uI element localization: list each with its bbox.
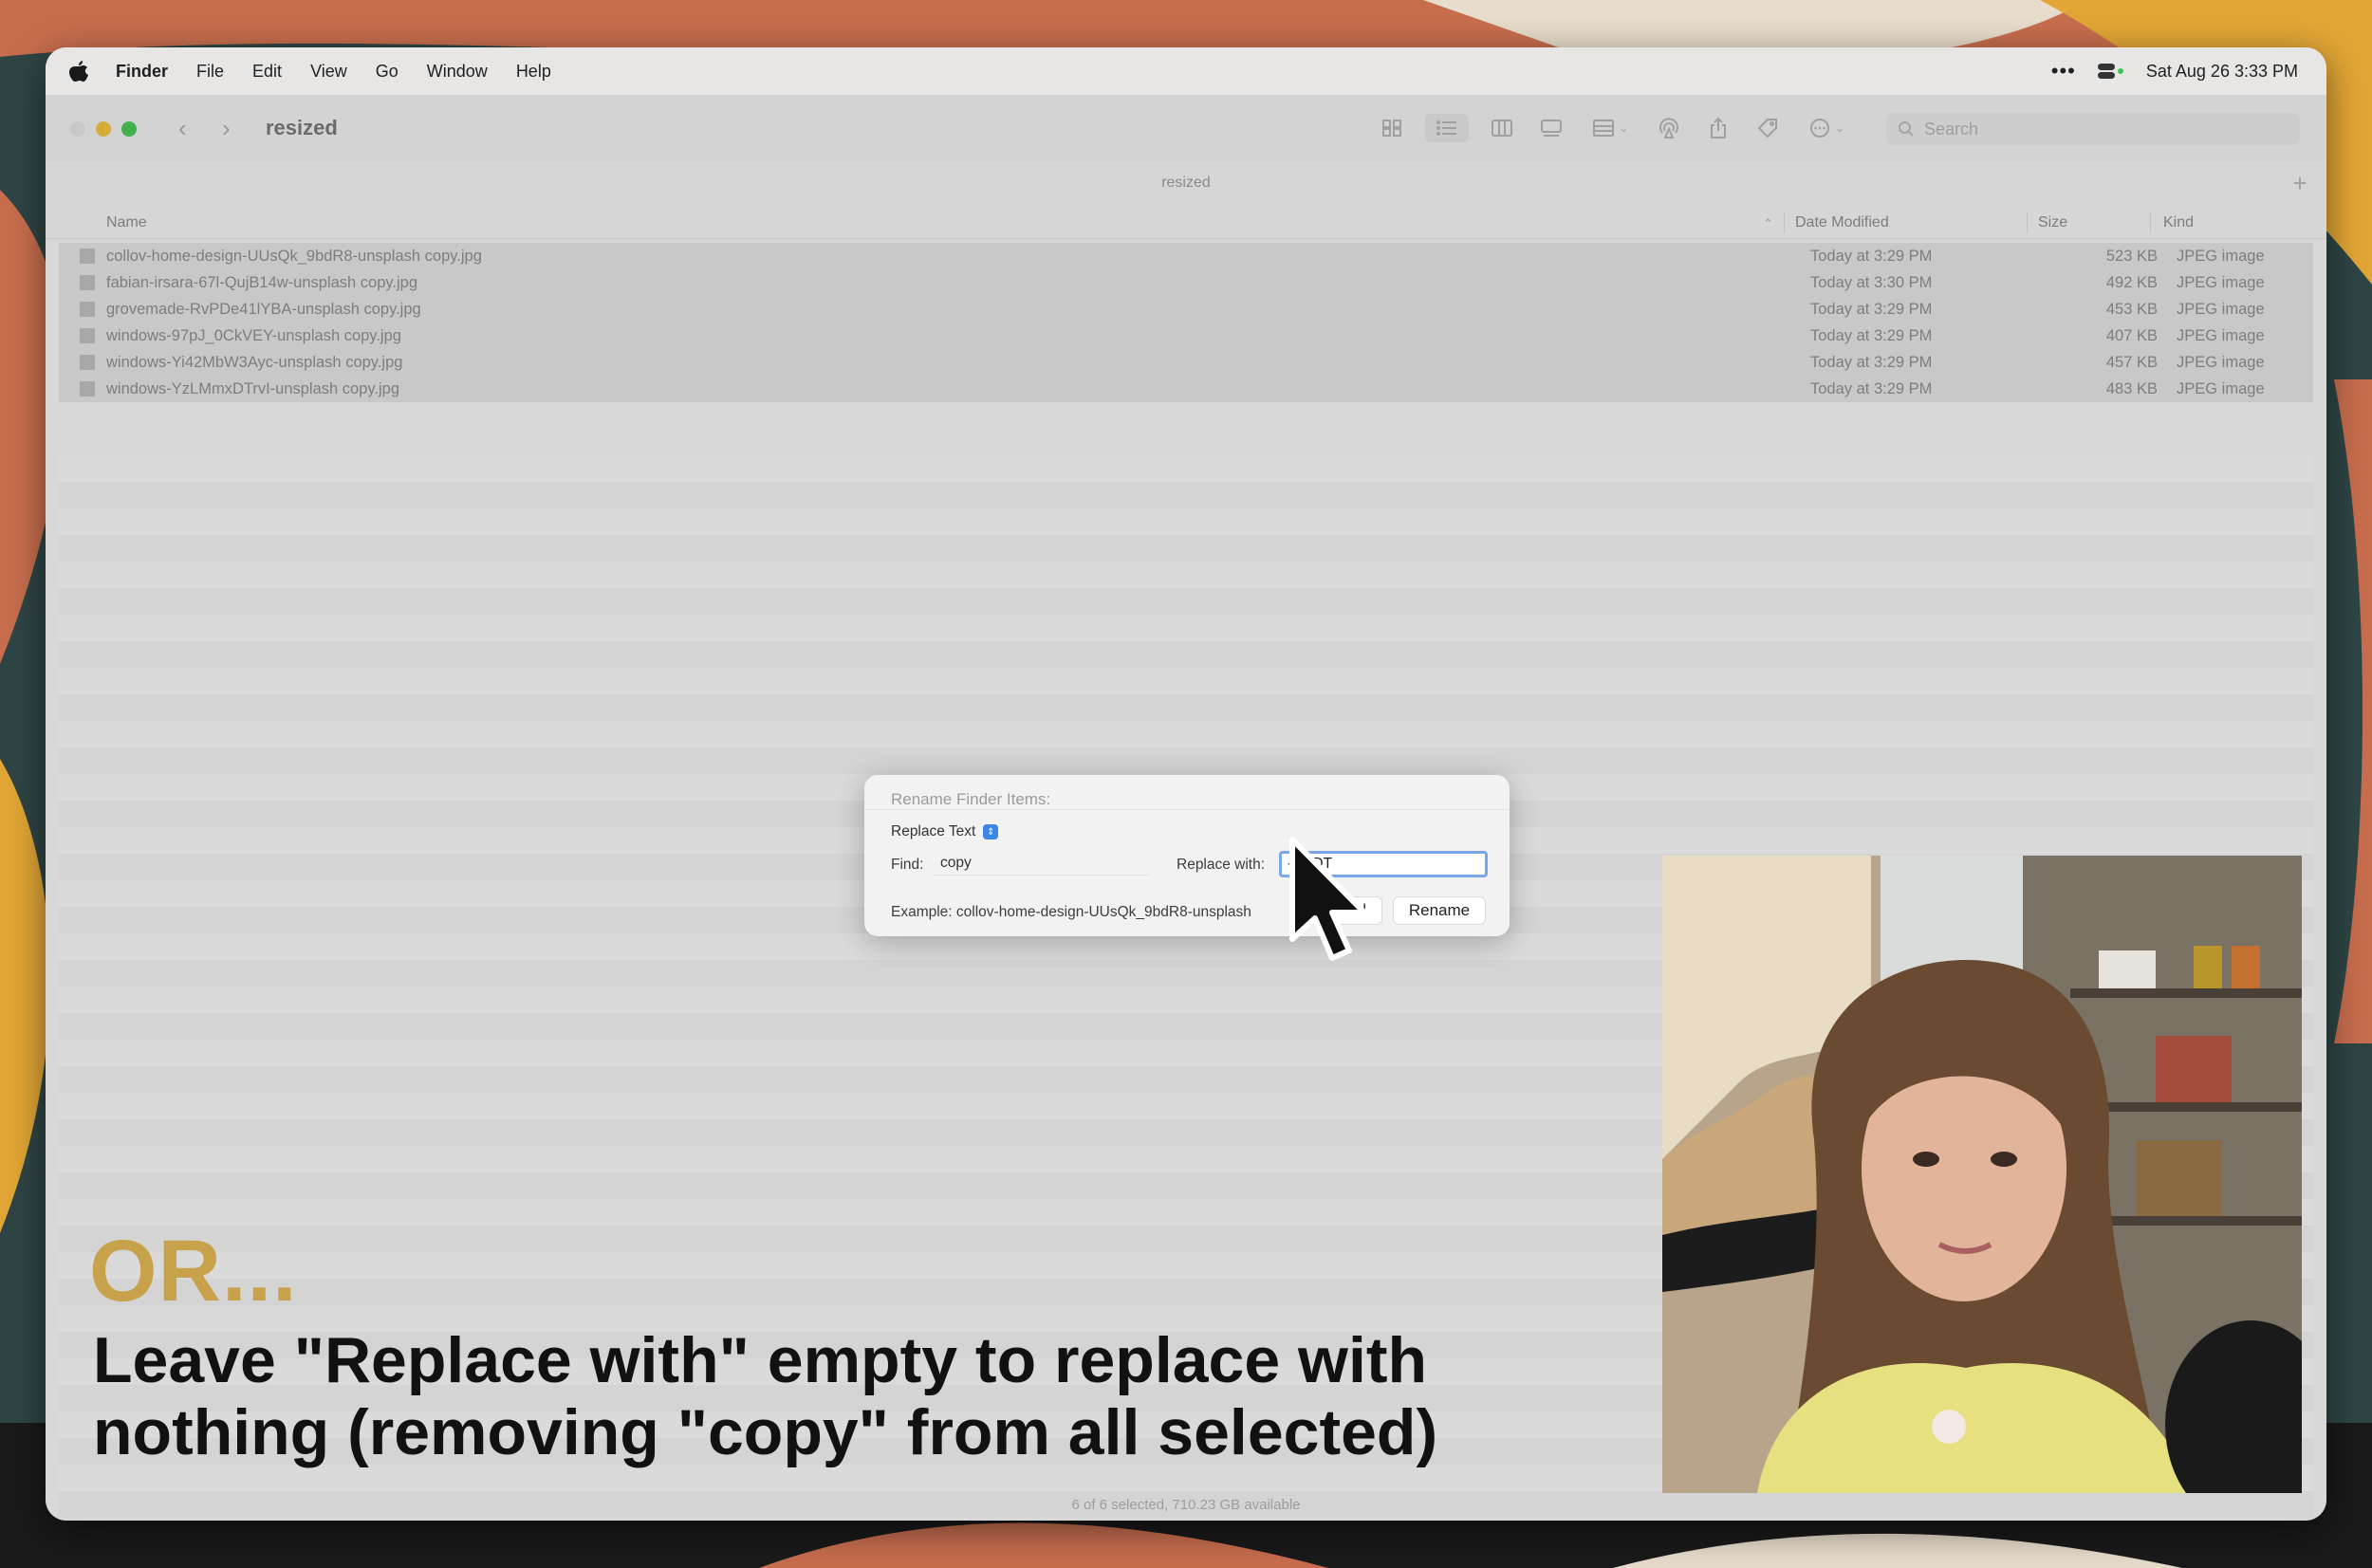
search-placeholder: Search [1924, 119, 1979, 138]
file-kind: JPEG image [2177, 301, 2265, 318]
caption-heading: OR... [89, 1223, 298, 1319]
file-size: 523 KB [2105, 248, 2158, 265]
status-bar: 6 of 6 selected, 710.23 GB available [1071, 1497, 1301, 1513]
path-title: resized [1161, 175, 1211, 191]
jpeg-file-icon [80, 275, 95, 290]
jpeg-file-icon [80, 328, 95, 343]
menu-edit[interactable]: Edit [252, 62, 282, 82]
jpeg-file-icon [80, 249, 95, 264]
more-icon[interactable]: ••• [2051, 59, 2076, 83]
tag-icon[interactable] [1751, 114, 1784, 142]
column-kind[interactable]: Kind [2163, 214, 2194, 231]
file-name: collov-home-design-UUsQk_9bdR8-unsplash … [106, 248, 482, 265]
file-date: Today at 3:29 PM [1810, 301, 1933, 318]
apple-icon[interactable] [68, 59, 89, 83]
rename-mode-value: Replace Text [891, 823, 976, 839]
file-size: 407 KB [2105, 327, 2158, 344]
replace-with-label: Replace with: [1177, 857, 1266, 873]
caption-body: Leave "Replace with" empty to replace wi… [93, 1324, 1630, 1468]
menu-app-finder[interactable]: Finder [116, 62, 168, 82]
close-window-icon[interactable] [70, 121, 85, 137]
file-size: 453 KB [2105, 301, 2158, 318]
file-name: windows-97pJ_0CkVEY-unsplash copy.jpg [106, 327, 401, 344]
column-name[interactable]: Name [106, 214, 147, 231]
rename-mode-select[interactable]: Replace Text ⇕ [891, 821, 999, 843]
webcam-overlay [1662, 856, 2302, 1493]
search-icon [1899, 121, 1914, 137]
minimize-window-icon[interactable] [96, 121, 111, 137]
screen: Finder File Edit View Go Window Help •••… [46, 47, 2326, 1521]
finder-toolbar: ‹ › resized ⌄ ⌄ Search [46, 95, 2326, 161]
column-header: Name ⌃ Date Modified Size Kind [46, 207, 2326, 239]
forward-arrow-icon[interactable]: › [222, 116, 241, 140]
file-row[interactable]: windows-Yi42MbW3Ayc-unsplash copy.jpg To… [59, 349, 2313, 376]
add-tab-icon[interactable]: + [2285, 169, 2315, 199]
file-row[interactable]: fabian-irsara-67l-QujB14w-unsplash copy.… [59, 269, 2313, 296]
menu-window[interactable]: Window [427, 62, 488, 82]
file-kind: JPEG image [2177, 354, 2265, 371]
file-row[interactable]: collov-home-design-UUsQk_9bdR8-unsplash … [59, 243, 2313, 269]
share-icon[interactable] [1702, 114, 1734, 142]
file-row[interactable]: windows-97pJ_0CkVEY-unsplash copy.jpg To… [59, 323, 2313, 349]
airdrop-icon[interactable] [1653, 114, 1685, 142]
file-kind: JPEG image [2177, 248, 2265, 265]
search-field[interactable]: Search [1886, 113, 2300, 145]
file-name: fabian-irsara-67l-QujB14w-unsplash copy.… [106, 274, 418, 291]
zoom-window-icon[interactable] [121, 121, 137, 137]
file-kind: JPEG image [2177, 327, 2265, 344]
find-input[interactable] [935, 851, 1149, 876]
file-kind: JPEG image [2177, 380, 2265, 397]
file-size: 483 KB [2105, 380, 2158, 397]
file-size: 492 KB [2105, 274, 2158, 291]
menu-help[interactable]: Help [516, 62, 551, 82]
jpeg-file-icon [80, 302, 95, 317]
jpeg-file-icon [80, 381, 95, 397]
icon-view-icon[interactable] [1376, 114, 1408, 142]
back-arrow-icon[interactable]: ‹ [178, 116, 197, 140]
action-menu-icon[interactable]: ⌄ [1801, 114, 1852, 142]
find-label: Find: [891, 857, 924, 873]
window-controls [70, 121, 137, 137]
list-view-icon[interactable] [1425, 114, 1469, 142]
column-view-icon[interactable] [1486, 114, 1518, 142]
group-by-icon[interactable]: ⌄ [1584, 114, 1636, 142]
menubar-clock[interactable]: Sat Aug 26 3:33 PM [2146, 62, 2298, 82]
caption-line-2: nothing (removing "copy" from all select… [93, 1396, 1438, 1468]
file-date: Today at 3:29 PM [1810, 380, 1933, 397]
file-row[interactable]: grovemade-RvPDe41lYBA-unsplash copy.jpg … [59, 296, 2313, 323]
caption-line-1: Leave "Replace with" empty to replace wi… [93, 1324, 1428, 1396]
gallery-view-icon[interactable] [1535, 114, 1567, 142]
menu-go[interactable]: Go [376, 62, 398, 82]
path-bar: resized + [46, 161, 2326, 207]
menu-view[interactable]: View [310, 62, 347, 82]
menu-bar: Finder File Edit View Go Window Help •••… [46, 47, 2326, 95]
file-name: grovemade-RvPDe41lYBA-unsplash copy.jpg [106, 301, 421, 318]
control-center-icon[interactable] [2097, 62, 2125, 81]
file-size: 457 KB [2105, 354, 2158, 371]
jpeg-file-icon [80, 355, 95, 370]
file-name: windows-YzLMmxDTrvI-unsplash copy.jpg [106, 380, 400, 397]
window-title: resized [266, 116, 338, 139]
chevron-updown-icon: ⇕ [983, 824, 999, 839]
rename-dialog: Rename Finder Items: Replace Text ⇕ Find… [864, 775, 1510, 936]
file-name: windows-Yi42MbW3Ayc-unsplash copy.jpg [106, 354, 403, 371]
file-row[interactable]: windows-YzLMmxDTrvI-unsplash copy.jpg To… [59, 376, 2313, 402]
file-kind: JPEG image [2177, 274, 2265, 291]
rename-button[interactable]: Rename [1393, 896, 1486, 925]
menu-file[interactable]: File [196, 62, 224, 82]
file-list: collov-home-design-UUsQk_9bdR8-unsplash … [59, 243, 2313, 402]
file-date: Today at 3:29 PM [1810, 327, 1933, 344]
file-date: Today at 3:30 PM [1810, 274, 1933, 291]
mouse-pointer-icon [1289, 837, 1367, 961]
file-date: Today at 3:29 PM [1810, 248, 1933, 265]
column-date-modified[interactable]: Date Modified [1795, 214, 1889, 231]
column-size[interactable]: Size [2038, 214, 2067, 231]
example-text: Example: collov-home-design-UUsQk_9bdR8-… [891, 904, 1251, 920]
dialog-title: Rename Finder Items: [891, 790, 1051, 808]
sort-ascending-icon: ⌃ [1763, 216, 1773, 231]
file-date: Today at 3:29 PM [1810, 354, 1933, 371]
